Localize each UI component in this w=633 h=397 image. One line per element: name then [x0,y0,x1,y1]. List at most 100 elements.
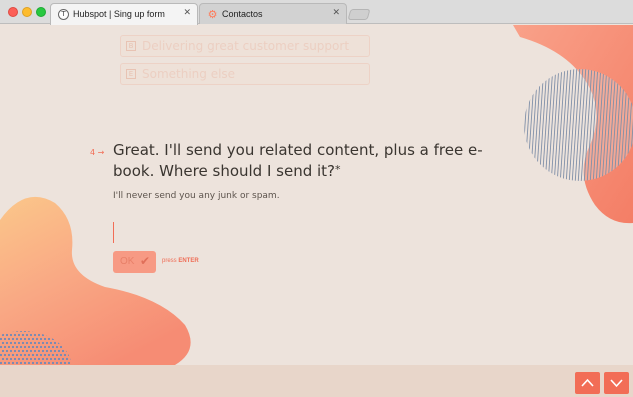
pattern-dot [5,349,9,353]
pattern-dot [43,353,47,357]
pattern-dot [51,353,55,357]
maximize-window-button[interactable] [36,7,46,17]
previous-option-customer-support[interactable]: B Delivering great customer support [120,35,370,57]
pattern-dot [29,341,33,345]
pattern-dot [37,349,41,353]
question-title-text: Great. I'll send you related content, pl… [113,141,483,180]
question-description: I'll never send you any junk or spam. [113,191,280,201]
pattern-dot [5,357,9,361]
pattern-dot [13,341,17,345]
pattern-dot [59,353,63,357]
close-window-button[interactable] [8,7,18,17]
pattern-dot [27,361,31,365]
pattern-dot [57,349,61,353]
pattern-dot [15,337,19,341]
pattern-dot [3,353,7,357]
pattern-dot [35,361,39,365]
pattern-dot [45,349,49,353]
pattern-dot [39,345,43,349]
pattern-dot [19,337,23,341]
pattern-dot [11,361,15,365]
pattern-dot [63,361,67,365]
option-key: B [126,41,136,51]
pattern-dot [37,357,41,361]
pattern-dot [25,349,29,353]
pattern-dot [25,333,29,337]
minimize-window-button[interactable] [22,7,32,17]
pattern-dot [33,357,37,361]
pattern-dot [43,361,47,365]
pattern-dot [27,337,31,341]
pattern-dot [29,357,33,361]
pattern-dot [61,357,65,361]
pattern-dot [59,361,63,365]
pattern-dot [67,361,71,365]
pattern-dot [19,353,23,357]
pattern-dot [19,361,23,365]
chevron-down-icon [610,379,623,388]
pattern-dot [65,357,69,361]
pattern-dot [0,361,3,365]
pattern-dot [17,349,21,353]
pattern-dot [25,341,29,345]
pattern-dot [59,345,63,349]
pattern-dot [9,341,13,345]
pattern-dot [21,357,25,361]
pattern-dot [17,341,21,345]
pattern-dot [21,333,25,337]
pattern-dot [11,353,15,357]
pattern-dot [15,353,19,357]
required-marker: * [335,163,341,176]
pattern-dot [61,349,65,353]
pattern-dot [55,353,59,357]
pattern-dot [25,357,29,361]
option-label: Delivering great customer support [142,39,350,53]
pattern-dot [53,341,57,345]
new-tab-button[interactable] [347,9,371,20]
pattern-dot [31,337,35,341]
browser-tab-hubspot-signup[interactable]: T Hubspot | Sing up form ✕ [50,3,198,25]
previous-question-button[interactable] [575,372,600,394]
pattern-dot [35,337,39,341]
question-number: 4 → [90,148,105,157]
pattern-dot [43,337,47,341]
pattern-dot [57,357,61,361]
pattern-dot [27,345,31,349]
pattern-dot [21,341,25,345]
close-tab-icon[interactable]: ✕ [183,8,191,18]
pattern-dot [23,345,27,349]
pattern-dot [39,353,43,357]
pattern-dot [5,333,9,337]
pattern-dot [45,341,49,345]
pattern-dot [3,345,7,349]
close-tab-icon[interactable]: ✕ [332,8,340,18]
ok-button-label: OK [120,256,135,267]
pattern-dot [0,345,3,349]
pattern-dot [21,349,25,353]
pattern-dot [29,333,33,337]
browser-titlebar: T Hubspot | Sing up form ✕ ⚙ Contactos ✕ [0,0,633,25]
pattern-dot [13,357,17,361]
pattern-dot [13,333,17,337]
pattern-dot [39,361,43,365]
pattern-dot [31,345,35,349]
chevron-up-icon [581,378,594,387]
ok-button[interactable]: OK ✔ [113,251,156,273]
tab-title: Hubspot | Sing up form [73,9,165,19]
question-title: Great. I'll send you related content, pl… [113,140,493,182]
browser-tab-contactos[interactable]: ⚙ Contactos ✕ [199,3,347,24]
pattern-dot [31,361,35,365]
pattern-dot [15,345,19,349]
email-answer-input[interactable] [113,222,114,243]
pattern-dot [31,353,35,357]
pattern-dot [47,337,51,341]
pattern-dot [7,337,11,341]
tab-favicon-icon: T [58,9,69,20]
pattern-dot [0,337,3,341]
pattern-dot [53,349,57,353]
pattern-dot [1,357,5,361]
previous-option-something-else[interactable]: E Something else [120,63,370,85]
tab-title: Contactos [222,9,263,19]
next-question-button[interactable] [604,372,629,394]
pattern-dot [11,345,15,349]
